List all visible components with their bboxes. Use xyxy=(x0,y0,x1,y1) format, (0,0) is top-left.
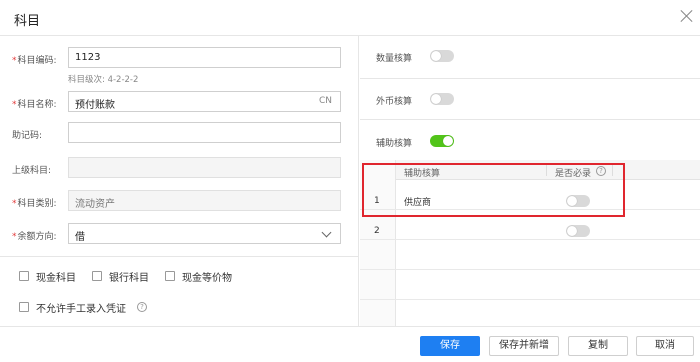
no-manual-voucher-checkbox[interactable] xyxy=(19,302,29,312)
parent-label: 上级科目: xyxy=(12,166,52,176)
dialog-footer: 保存 保存并新增 复制 取消 xyxy=(0,326,700,362)
dialog-title: 科目 xyxy=(14,14,41,29)
copy-button[interactable]: 复制 xyxy=(568,336,628,356)
cash-equivalent-label: 现金等价物 xyxy=(182,273,232,284)
mnemonic-input[interactable] xyxy=(68,122,341,143)
empty-row xyxy=(360,270,700,300)
row-required-toggle[interactable] xyxy=(566,225,590,237)
code-level-hint: 科目级次: 4-2-2-2 xyxy=(68,75,139,85)
balance-direction-label: *余额方向: xyxy=(12,232,57,242)
mnemonic-label: 助记码: xyxy=(12,131,43,141)
divider xyxy=(360,78,700,79)
name-label: *科目名称: xyxy=(12,100,57,110)
close-icon[interactable] xyxy=(680,9,694,23)
divider xyxy=(0,256,359,257)
bank-account-checkbox[interactable] xyxy=(92,271,102,281)
foreign-currency-accounting-label: 外币核算 xyxy=(376,97,413,107)
quantity-accounting-toggle[interactable] xyxy=(430,50,454,62)
auxiliary-accounting-label: 辅助核算 xyxy=(376,139,413,149)
name-input[interactable]: 预付账款 CN xyxy=(68,91,341,112)
category-label: *科目类别: xyxy=(12,199,57,209)
cancel-button[interactable]: 取消 xyxy=(636,336,694,356)
divider xyxy=(360,119,700,120)
language-suffix[interactable]: CN xyxy=(319,96,332,106)
save-and-new-button[interactable]: 保存并新增 xyxy=(489,336,559,356)
parent-input xyxy=(68,157,341,178)
balance-direction-select[interactable]: 借 xyxy=(68,223,341,244)
highlight-box xyxy=(362,163,625,217)
chevron-down-icon xyxy=(321,227,332,238)
empty-row xyxy=(360,240,700,270)
cash-account-label: 现金科目 xyxy=(36,273,76,284)
cash-equivalent-checkbox[interactable] xyxy=(165,271,175,281)
row-index: 2 xyxy=(374,226,380,236)
quantity-accounting-label: 数量核算 xyxy=(376,54,413,64)
save-button[interactable]: 保存 xyxy=(420,336,480,356)
category-input: 流动资产 xyxy=(68,190,341,211)
foreign-currency-accounting-toggle[interactable] xyxy=(430,93,454,105)
no-manual-voucher-label: 不允许手工录入凭证 xyxy=(36,304,126,315)
code-label: *科目编码: xyxy=(12,56,57,66)
form-panel: *科目编码: 1123 科目级次: 4-2-2-2 *科目名称: 预付账款 CN … xyxy=(0,36,359,326)
dialog-header: 科目 xyxy=(0,0,700,36)
bank-account-label: 银行科目 xyxy=(109,273,149,284)
auxiliary-accounting-toggle[interactable] xyxy=(430,135,454,147)
help-icon[interactable]: ? xyxy=(137,302,147,312)
code-input[interactable]: 1123 xyxy=(68,47,341,68)
cash-account-checkbox[interactable] xyxy=(19,271,29,281)
